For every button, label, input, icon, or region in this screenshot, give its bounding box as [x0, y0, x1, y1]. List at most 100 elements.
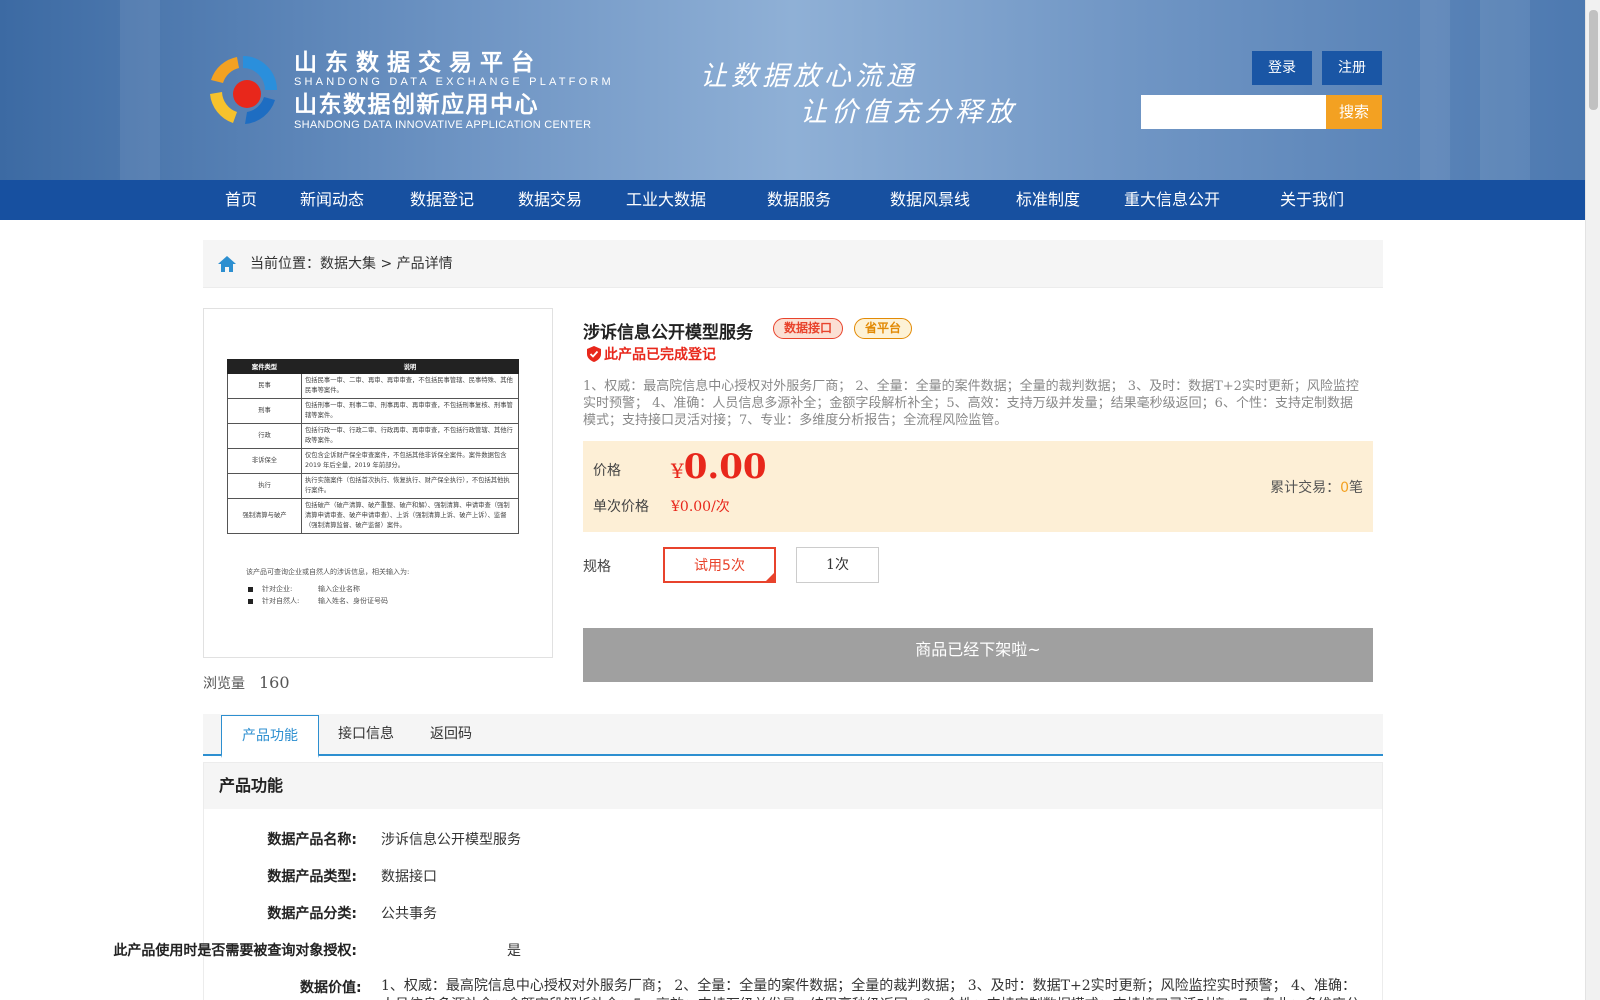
search-input[interactable]: [1141, 95, 1326, 129]
trade-count: 累计交易：0笔: [1270, 477, 1363, 497]
nav-item-about-us[interactable]: 关于我们: [1280, 180, 1344, 220]
image-table-cell: 刑事: [227, 398, 302, 424]
product-image-table: 案件类型 说明 民事 包括民事一审、二审、再审、再审审查，不包括民事管辖、民事特…: [227, 359, 519, 534]
registration-status: 此产品已完成登记: [587, 344, 716, 364]
platform-logo-icon[interactable]: [203, 50, 283, 130]
field-value: 是: [507, 943, 521, 959]
image-table-cell: 行政: [227, 423, 302, 449]
tab-product-function[interactable]: 产品功能: [221, 715, 319, 758]
bullet-square-icon: [248, 598, 253, 604]
list-item: 针对企业: 输入企业名称: [248, 583, 388, 595]
table-row: 执行 执行实施案件（包括首次执行、恢复执行、财产保全执行），不包括其他执行案件。: [227, 473, 519, 499]
breadcrumb-current: 产品详情: [396, 256, 453, 272]
logo-title-en: SHANDONG DATA EXCHANGE PLATFORM: [294, 76, 614, 88]
image-table-cell: 包括刑事一审、刑事二审、刑事再审、再审审查，不包括刑事复核、刑事管辖等案件。: [301, 398, 519, 424]
section-title: 产品功能: [204, 763, 1382, 809]
table-row: 行政 包括行政一审、行政二审、行政再审、再审审查，不包括行政管辖、其他行政等案件…: [227, 423, 519, 449]
product-function-section: 产品功能 数据产品名称: 涉诉信息公开模型服务 数据产品类型: 数据接口 数据产…: [113, 762, 1383, 1000]
search-button[interactable]: 搜索: [1326, 95, 1382, 129]
bullet-value: 输入企业名称: [318, 585, 360, 593]
registration-status-text: 此产品已完成登记: [604, 347, 716, 363]
home-icon[interactable]: [217, 254, 237, 274]
nav-item-news[interactable]: 新闻动态: [300, 180, 364, 220]
breadcrumb-prefix: 当前位置：: [250, 256, 320, 272]
register-button[interactable]: 注册: [1322, 51, 1382, 85]
scrollbar-thumb[interactable]: [1589, 10, 1598, 110]
header-decoration: [120, 0, 160, 180]
nav-item-data-trading[interactable]: 数据交易: [518, 180, 582, 220]
tab-return-codes[interactable]: 返回码: [416, 714, 486, 756]
login-button[interactable]: 登录: [1252, 51, 1312, 85]
image-table-cell: 包括行政一审、行政二审、行政再审、再审审查，不包括行政管辖、其他行政等案件。: [301, 423, 519, 449]
image-table-cell: 包括民事一审、二审、再审、再审审查，不包括民事管辖、民事特殊、其他民事等案件。: [301, 373, 519, 399]
price-panel: 价格 ¥0.00 单次价格 ¥0.00/次 累计交易：0笔: [583, 441, 1373, 532]
detail-tabs: 产品功能 接口信息 返回码: [203, 714, 1383, 758]
platform-badge: 省平台: [854, 318, 913, 339]
product-type-badge: 数据接口: [773, 318, 844, 339]
product-image: 案件类型 说明 民事 包括民事一审、二审、再审、再审审查，不包括民事管辖、民事特…: [203, 308, 553, 658]
image-table-cell: 非诉保全: [227, 448, 302, 474]
nav-item-home[interactable]: 首页: [225, 180, 257, 220]
view-count-label: 浏览量: [203, 676, 245, 692]
bullet-key: 针对企业:: [262, 585, 293, 593]
verified-shield-icon: [587, 346, 601, 362]
tab-interface-info[interactable]: 接口信息: [326, 714, 406, 756]
field-label: 数据价值:: [300, 980, 362, 996]
trade-count-suffix: 笔: [1349, 480, 1363, 496]
field-value: 公共事务: [381, 906, 437, 922]
trade-count-prefix: 累计交易：: [1270, 480, 1341, 496]
price-value: ¥0.00: [671, 447, 767, 487]
logo-text: 山东数据交易平台 SHANDONG DATA EXCHANGE PLATFORM…: [294, 50, 614, 132]
nav-item-data-landscape[interactable]: 数据风景线: [890, 180, 970, 220]
spec-option-single[interactable]: 1次: [796, 547, 879, 583]
image-table-cell: 强制清算与破产: [227, 498, 302, 534]
breadcrumb: 当前位置：数据大集 > 产品详情: [203, 240, 1383, 288]
field-value: 1、权威：最高院信息中心授权对外服务厂商； 2、全量：全量的案件数据；全量的裁判…: [381, 978, 1360, 1000]
table-row: 刑事 包括刑事一审、刑事二审、刑事再审、再审审查，不包括刑事复核、刑事管辖等案件…: [227, 398, 519, 424]
list-item: 针对自然人: 输入姓名、身份证号码: [248, 595, 388, 607]
image-table-header: 说明: [301, 359, 519, 374]
field-label: 此产品使用时是否需要被查询对象授权:: [113, 943, 357, 959]
slogan-line-2: 让价值充分释放: [800, 97, 1017, 128]
logo-subtitle-en: SHANDONG DATA INNOVATIVE APPLICATION CEN…: [294, 119, 592, 131]
price-amount: 0.00: [683, 447, 767, 487]
breadcrumb-text: 当前位置：数据大集 > 产品详情: [250, 240, 453, 288]
header-decoration: [1480, 0, 1530, 180]
site-header: 山东数据交易平台 SHANDONG DATA EXCHANGE PLATFORM…: [0, 0, 1585, 180]
bullet-value: 输入姓名、身份证号码: [318, 597, 388, 605]
field-label: 数据产品分类:: [267, 906, 357, 922]
nav-item-data-services[interactable]: 数据服务: [767, 180, 831, 220]
image-table-header: 案件类型: [227, 359, 302, 374]
price-currency: ¥: [671, 459, 684, 483]
logo-subtitle-cn: 山东数据创新应用中心: [294, 92, 539, 118]
unit-price-label: 单次价格: [593, 499, 649, 515]
image-table-cell: 仅包含企诉财产保全审查案件，不包括其他非诉保全案件。案件数据包含 2019 年后…: [301, 448, 519, 474]
table-row: 强制清算与破产 包括破产（破产清算、破产重整、破产和解）、强制清算、申请审查（强…: [227, 498, 519, 534]
product-title: 涉诉信息公开模型服务: [583, 323, 753, 343]
main-nav: 首页 新闻动态 数据登记 数据交易 工业大数据 数据服务 数据风景线 标准制度 …: [0, 180, 1585, 220]
nav-item-standards[interactable]: 标准制度: [1016, 180, 1080, 220]
image-table-cell: 包括破产（破产清算、破产重整、破产和解）、强制清算、申请审查（强制清算申请审查、…: [301, 498, 519, 534]
trade-count-value: 0: [1340, 480, 1349, 496]
view-count-value: 160: [259, 673, 290, 692]
selected-corner-icon: [765, 572, 775, 582]
table-row: 非诉保全 仅包含企诉财产保全审查案件，不包括其他非诉保全案件。案件数据包含 20…: [227, 448, 519, 474]
bullet-square-icon: [248, 586, 253, 592]
unit-price-value: ¥0.00/次: [671, 499, 730, 515]
bullet-key: 针对自然人:: [262, 597, 300, 605]
price-label: 价格: [593, 463, 621, 479]
image-table-cell: 执行: [227, 473, 302, 499]
spec-option-trial[interactable]: 试用5次: [663, 547, 776, 583]
header-decoration: [1420, 0, 1450, 180]
table-row: 民事 包括民事一审、二审、再审、再审审查，不包括民事管辖、民事特殊、其他民事等案…: [227, 373, 519, 399]
view-count: 浏览量 160: [203, 673, 290, 693]
product-image-bullets: 针对企业: 输入企业名称 针对自然人: 输入姓名、身份证号码: [248, 583, 388, 607]
breadcrumb-link-data-market[interactable]: 数据大集: [320, 256, 376, 272]
field-value: 数据接口: [381, 869, 437, 885]
nav-item-data-registration[interactable]: 数据登记: [410, 180, 474, 220]
nav-item-industrial-big-data[interactable]: 工业大数据: [626, 180, 706, 220]
nav-item-major-disclosure[interactable]: 重大信息公开: [1124, 180, 1220, 220]
image-table-cell: 执行实施案件（包括首次执行、恢复执行、财产保全执行），不包括其他执行案件。: [301, 473, 519, 499]
spec-label: 规格: [583, 559, 611, 575]
page-scrollbar[interactable]: [1585, 0, 1600, 1000]
